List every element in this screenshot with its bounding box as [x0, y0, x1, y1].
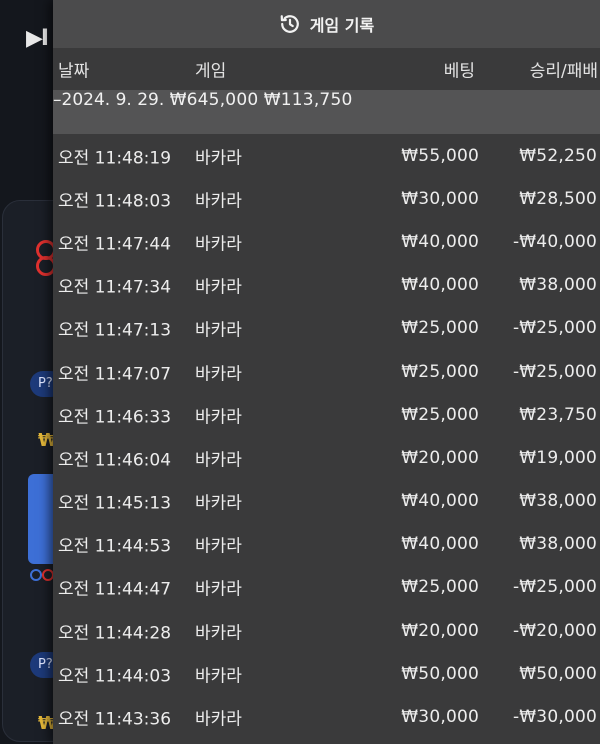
row-time: 오전 11:47:07	[58, 364, 172, 385]
row-game: 바카라	[195, 493, 242, 514]
app-logo: ▶I	[26, 26, 49, 51]
panel-title: 게임 기록	[309, 16, 375, 35]
table-row[interactable]: 오전 11:48:03 바카라 ₩30,000 ₩28,500	[53, 177, 600, 220]
date-group-row[interactable]: –2024. 9. 29. ₩645,000 ₩113,750	[53, 90, 600, 134]
row-result: -₩25,000	[512, 361, 597, 382]
row-time: 오전 11:48:19	[58, 148, 172, 169]
row-bet: ₩50,000	[401, 663, 479, 684]
row-time: 오전 11:45:13	[58, 493, 172, 514]
column-header-result: 승리/패배	[529, 61, 598, 82]
row-time: 오전 11:44:53	[58, 536, 172, 557]
table-row[interactable]: 오전 11:48:19 바카라 ₩55,000 ₩52,250	[53, 134, 600, 177]
row-game: 바카라	[195, 623, 242, 644]
row-game: 바카라	[195, 579, 242, 600]
column-header-date: 날짜	[58, 61, 90, 82]
row-game: 바카라	[195, 277, 242, 298]
row-time: 오전 11:47:44	[58, 234, 172, 255]
blue-dot-icon	[30, 569, 42, 581]
row-result: -₩40,000	[512, 231, 597, 252]
row-result: ₩52,250	[519, 145, 597, 166]
table-row[interactable]: 오전 11:46:04 바카라 ₩20,000 ₩19,000	[53, 436, 600, 479]
game-history-panel: 게임 기록 날짜 게임 베팅 승리/패배 –2024. 9. 29. ₩645,…	[53, 0, 600, 744]
row-result: ₩23,750	[519, 404, 597, 425]
column-header-bet: 베팅	[443, 61, 475, 82]
table-row[interactable]: 오전 11:46:33 바카라 ₩25,000 ₩23,750	[53, 393, 600, 436]
row-time: 오전 11:43:36	[58, 709, 172, 730]
row-result: -₩25,000	[512, 318, 597, 339]
row-result: ₩28,500	[519, 188, 597, 209]
row-bet: ₩30,000	[401, 707, 479, 728]
row-time: 오전 11:44:47	[58, 579, 172, 600]
table-header: 날짜 게임 베팅 승리/패배	[53, 48, 600, 90]
date-group-bet-total: ₩645,000	[169, 90, 259, 110]
row-game: 바카라	[195, 148, 242, 169]
date-group-result-total: ₩113,750	[263, 90, 353, 110]
row-time: 오전 11:46:33	[58, 407, 172, 428]
row-bet: ₩20,000	[401, 447, 479, 468]
row-result: ₩38,000	[519, 491, 597, 512]
row-time: 오전 11:48:03	[58, 191, 172, 212]
row-time: 오전 11:47:13	[58, 320, 172, 341]
table-row[interactable]: 오전 11:45:13 바카라 ₩40,000 ₩38,000	[53, 480, 600, 523]
table-row[interactable]: 오전 11:44:03 바카라 ₩50,000 ₩50,000	[53, 652, 600, 695]
column-header-game: 게임	[195, 61, 227, 82]
table-row[interactable]: 오전 11:43:36 바카라 ₩30,000 -₩30,000	[53, 695, 600, 738]
table-row[interactable]: 오전 11:44:53 바카라 ₩40,000 ₩38,000	[53, 523, 600, 566]
row-result: ₩50,000	[519, 663, 597, 684]
history-icon	[279, 13, 301, 35]
row-game: 바카라	[195, 666, 242, 687]
row-game: 바카라	[195, 450, 242, 471]
table-row[interactable]: 오전 11:44:47 바카라 ₩25,000 -₩25,000	[53, 566, 600, 609]
row-time: 오전 11:44:03	[58, 666, 172, 687]
row-bet: ₩25,000	[401, 318, 479, 339]
history-list: 오전 11:48:19 바카라 ₩55,000 ₩52,250 오전 11:48…	[53, 134, 600, 739]
row-bet: ₩40,000	[401, 491, 479, 512]
row-game: 바카라	[195, 407, 242, 428]
row-bet: ₩25,000	[401, 577, 479, 598]
row-time: 오전 11:46:04	[58, 450, 172, 471]
table-row[interactable]: 오전 11:47:07 바카라 ₩25,000 -₩25,000	[53, 350, 600, 393]
row-bet: ₩25,000	[401, 361, 479, 382]
row-result: -₩20,000	[512, 620, 597, 641]
table-row[interactable]: 오전 11:47:13 바카라 ₩25,000 -₩25,000	[53, 307, 600, 350]
row-result: -₩25,000	[512, 577, 597, 598]
row-game: 바카라	[195, 364, 242, 385]
date-group-label: –2024. 9. 29.	[53, 90, 165, 110]
table-row[interactable]: 오전 11:47:34 바카라 ₩40,000 ₩38,000	[53, 264, 600, 307]
panel-header: 게임 기록	[53, 0, 600, 48]
row-game: 바카라	[195, 709, 242, 730]
row-game: 바카라	[195, 234, 242, 255]
row-game: 바카라	[195, 320, 242, 341]
row-bet: ₩40,000	[401, 231, 479, 252]
row-result: -₩30,000	[512, 707, 597, 728]
row-time: 오전 11:47:34	[58, 277, 172, 298]
row-bet: ₩20,000	[401, 620, 479, 641]
row-game: 바카라	[195, 536, 242, 557]
row-bet: ₩40,000	[401, 534, 479, 555]
table-row[interactable]: 오전 11:47:44 바카라 ₩40,000 -₩40,000	[53, 220, 600, 263]
row-time: 오전 11:44:28	[58, 623, 172, 644]
row-bet: ₩25,000	[401, 404, 479, 425]
row-bet: ₩30,000	[401, 188, 479, 209]
row-bet: ₩55,000	[401, 145, 479, 166]
row-result: ₩38,000	[519, 275, 597, 296]
row-game: 바카라	[195, 191, 242, 212]
row-result: ₩19,000	[519, 447, 597, 468]
row-bet: ₩40,000	[401, 275, 479, 296]
row-result: ₩38,000	[519, 534, 597, 555]
table-row[interactable]: 오전 11:44:28 바카라 ₩20,000 -₩20,000	[53, 609, 600, 652]
